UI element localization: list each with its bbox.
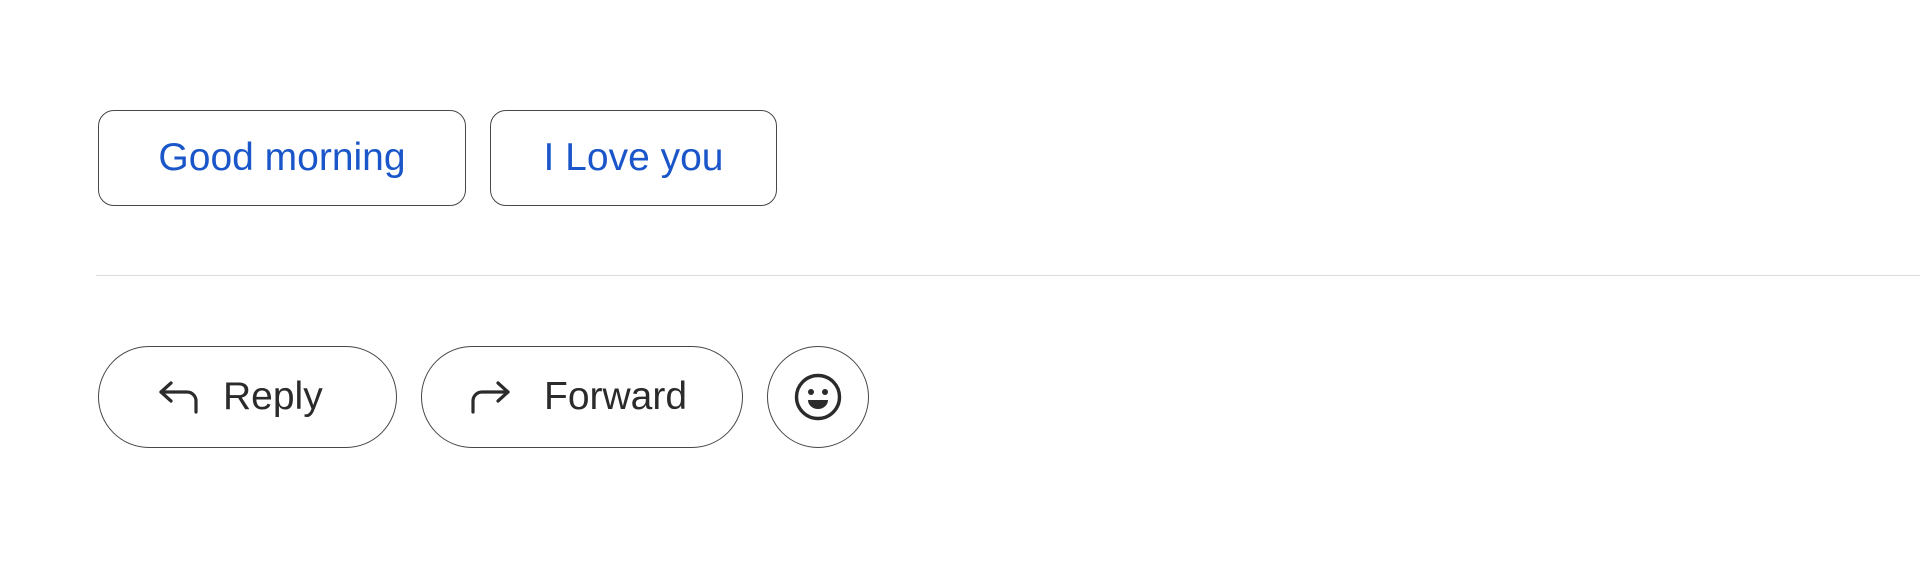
smart-reply-i-love-you-chip[interactable]: I Love you xyxy=(490,110,777,206)
reply-button[interactable]: Reply xyxy=(98,346,397,448)
smart-reply-good-morning-chip[interactable]: Good morning xyxy=(98,110,466,206)
smart-reply-chips: Good morning I Love you xyxy=(98,110,777,206)
emoji-reaction-button[interactable] xyxy=(767,346,869,448)
reply-icon xyxy=(155,373,203,421)
message-actions: Reply Forward xyxy=(98,346,869,448)
reply-label: Reply xyxy=(223,375,323,418)
forward-label: Forward xyxy=(544,375,688,418)
divider xyxy=(96,275,1920,276)
forward-icon xyxy=(466,373,514,421)
forward-button[interactable]: Forward xyxy=(421,346,743,448)
emoji-reaction-icon xyxy=(793,372,843,422)
